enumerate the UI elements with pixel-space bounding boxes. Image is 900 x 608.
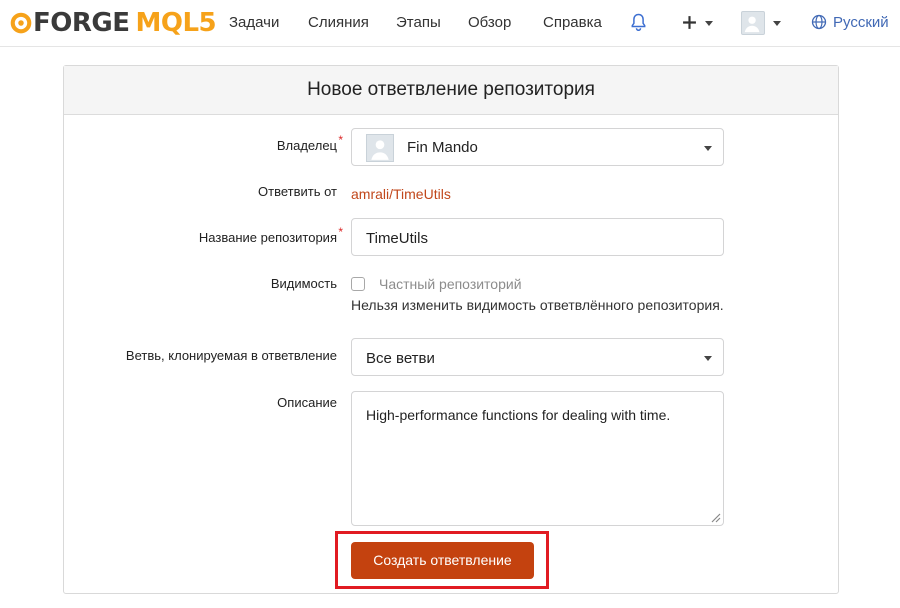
- owner-label: Владелец: [276, 138, 337, 153]
- resize-handle-icon[interactable]: [709, 511, 721, 523]
- chevron-down-icon[interactable]: [773, 21, 781, 26]
- nav-explore[interactable]: Обзор: [468, 14, 511, 31]
- nav-issues[interactable]: Задачи: [229, 14, 279, 31]
- avatar-icon: [371, 140, 389, 160]
- fork-from-label-wrap: Ответвить от: [64, 184, 337, 204]
- description-label: Описание: [277, 395, 337, 410]
- required-mark: *: [338, 133, 343, 147]
- nav-help[interactable]: Справка: [543, 14, 602, 31]
- chevron-down-icon: [704, 356, 712, 361]
- branches-label-wrap: Ветвь, клонируемая в ответвление: [64, 348, 337, 368]
- chevron-down-icon: [704, 146, 712, 151]
- owner-dropdown[interactable]: Fin Mando: [351, 128, 724, 166]
- create-fork-button[interactable]: Создать ответвление: [351, 542, 534, 579]
- language-selector[interactable]: Русский: [833, 14, 889, 31]
- description-value: High-performance functions for dealing w…: [366, 407, 671, 423]
- fork-from-label: Ответвить от: [258, 184, 337, 199]
- description-textarea[interactable]: High-performance functions for dealing w…: [351, 391, 724, 526]
- fork-from-link[interactable]: amrali/TimeUtils: [351, 186, 451, 202]
- user-avatar[interactable]: [741, 11, 765, 35]
- bell-icon[interactable]: [630, 13, 647, 31]
- owner-label-wrap: Владелец *: [64, 133, 343, 158]
- avatar-icon: [744, 16, 760, 33]
- repo-name-input[interactable]: TimeUtils: [351, 218, 724, 256]
- owner-value: Fin Mando: [407, 139, 478, 156]
- globe-icon: [811, 14, 827, 30]
- branches-value: Все ветви: [366, 350, 435, 367]
- required-mark: *: [338, 225, 343, 239]
- form-title: Новое ответвление репозитория: [64, 66, 838, 115]
- top-navbar: FORGE MQL5 Задачи Слияния Этапы Обзор Сп…: [0, 0, 900, 47]
- repo-name-label-wrap: Название репозитория *: [64, 225, 343, 250]
- visibility-label-wrap: Видимость: [64, 276, 337, 296]
- branches-dropdown[interactable]: Все ветви: [351, 338, 724, 376]
- visibility-label: Видимость: [270, 276, 337, 291]
- plus-icon: [683, 16, 696, 29]
- fork-form: Новое ответвление репозитория Владелец *…: [63, 65, 839, 594]
- forge-logo[interactable]: FORGE MQL5: [10, 8, 217, 38]
- private-checkbox[interactable]: [351, 277, 365, 291]
- private-checkbox-label[interactable]: Частный репозиторий: [379, 276, 522, 292]
- repo-name-label: Название репозитория: [198, 230, 337, 245]
- brand-part-2: MQL5: [135, 8, 217, 38]
- nav-pulls[interactable]: Слияния: [308, 14, 369, 31]
- description-label-wrap: Описание: [64, 395, 337, 415]
- branches-label: Ветвь, клонируемая в ответвление: [125, 348, 337, 363]
- visibility-help-text: Нельзя изменить видимость ответвлённого …: [351, 297, 724, 313]
- nav-milestones[interactable]: Этапы: [396, 14, 441, 31]
- owner-avatar: [366, 134, 394, 162]
- brand-part-1: FORGE: [33, 8, 130, 38]
- chevron-down-icon: [705, 21, 713, 26]
- gear-logo-icon: [10, 12, 32, 34]
- repo-name-value: TimeUtils: [366, 230, 428, 247]
- create-menu[interactable]: [682, 12, 716, 34]
